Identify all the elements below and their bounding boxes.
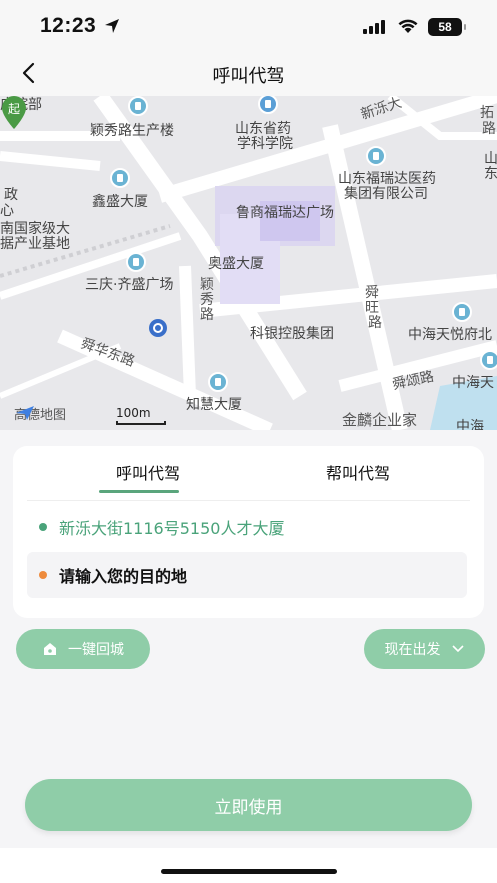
map-label: 鲁商福瑞达广场: [236, 205, 334, 221]
one-click-return-button[interactable]: 一键回城: [16, 629, 150, 669]
road-label: 路: [368, 315, 382, 331]
order-card: 呼叫代驾 帮叫代驾 新泺大街1116号5150人才大厦 请输入您的目的地: [13, 446, 484, 618]
destination-dot-icon: [39, 571, 47, 579]
map-label: 据产业基地: [0, 236, 70, 252]
map-view[interactable]: 庄院部 颖秀路生产楼 山东省药 学科学院 新泺大 山东福瑞达医药 集团有限公司 …: [0, 96, 497, 430]
building-poi-icon: [366, 146, 386, 166]
amap-logo-icon: [16, 406, 34, 420]
gas-station-icon: [149, 319, 167, 337]
map-scale-label: 100m: [116, 406, 151, 420]
map-label: 心: [0, 203, 14, 219]
start-address-text: 新泺大街1116号5150人才大厦: [59, 519, 285, 538]
one-click-return-label: 一键回城: [68, 642, 124, 658]
map-label: 科银控股集团: [250, 326, 334, 342]
departure-time-label: 现在出发: [384, 642, 441, 658]
map-scale-bar: [116, 421, 166, 425]
map-label: 奥盛大厦: [208, 256, 264, 272]
divider: [27, 500, 470, 501]
map-label: 中海天: [452, 375, 494, 391]
chevron-down-icon: [451, 645, 464, 653]
map-label: 颖秀路生产楼: [90, 123, 174, 139]
start-location-pin-icon: 起: [2, 96, 26, 129]
map-label: 知慧大厦: [186, 397, 242, 413]
map-label: 三庆·齐盛广场: [85, 277, 174, 293]
building-poi-icon: [452, 302, 472, 322]
home-indicator[interactable]: [161, 869, 337, 874]
map-label: 东: [484, 166, 497, 182]
wifi-icon: [398, 19, 418, 33]
road-label: 路: [482, 121, 496, 137]
map-attribution: 高德地图: [14, 404, 66, 423]
pin-label: 起: [8, 102, 20, 116]
status-time: 12:23: [40, 14, 97, 37]
road-label: 路: [200, 307, 214, 323]
map-label: 中海: [456, 419, 484, 430]
building-poi-icon: [110, 168, 130, 188]
cellular-signal-icon: [363, 20, 385, 34]
status-bar: 12:23 58: [0, 0, 497, 52]
map-label: 集团有限公司: [344, 186, 428, 202]
building-poi-icon: [208, 372, 228, 392]
nav-bar: 呼叫代驾: [0, 52, 497, 96]
building-poi-icon: [126, 252, 146, 272]
map-label: 金麟企业家: [342, 411, 418, 429]
home-car-icon: [44, 643, 56, 655]
start-dot-icon: [39, 523, 47, 531]
destination-placeholder: 请输入您的目的地: [59, 567, 188, 586]
destination-input[interactable]: 请输入您的目的地: [27, 552, 467, 598]
departure-time-select[interactable]: 现在出发: [364, 629, 485, 669]
use-now-button[interactable]: 立即使用: [25, 779, 472, 831]
location-arrow-icon: [105, 19, 119, 33]
page-title: 呼叫代驾: [212, 66, 285, 87]
tab-call-for-others[interactable]: 帮叫代驾: [313, 460, 403, 484]
start-address-row[interactable]: 新泺大街1116号5150人才大厦: [27, 504, 467, 550]
map-label: 鑫盛大厦: [92, 194, 148, 210]
tab-call-driver[interactable]: 呼叫代驾: [99, 460, 193, 493]
building-poi-icon: [128, 96, 148, 116]
map-label: 中海天悦府北: [408, 327, 492, 343]
map-label: 学科学院: [237, 136, 293, 152]
bottom-safe-area: [0, 848, 497, 883]
battery-icon: 58: [428, 18, 466, 36]
building-poi-icon: [480, 350, 497, 370]
